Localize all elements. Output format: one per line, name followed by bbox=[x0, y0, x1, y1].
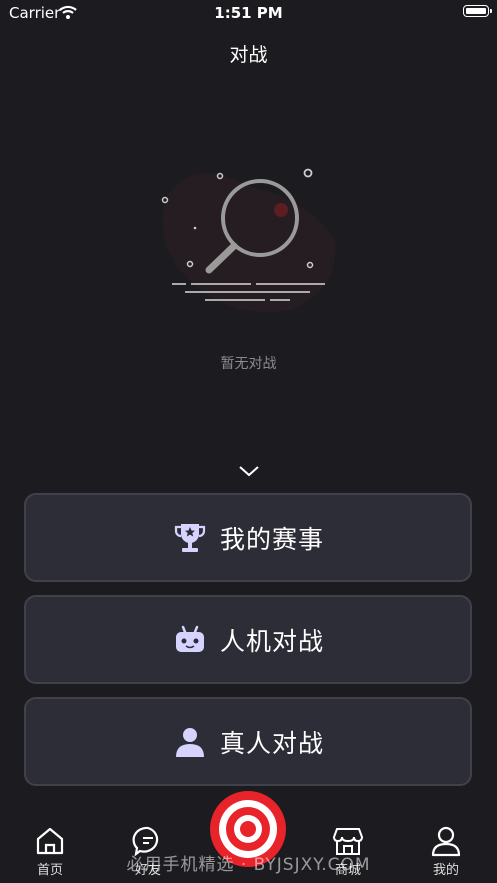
empty-state-text: 暂无对战 bbox=[220, 356, 277, 372]
robot-icon bbox=[172, 622, 208, 658]
page-title: 对战 bbox=[229, 44, 268, 66]
watermark-text: 必用手机精选 · BYJSJXY.COM bbox=[126, 855, 371, 875]
my-events-label: 我的赛事 bbox=[219, 524, 324, 554]
magnifier-icon bbox=[150, 160, 350, 320]
trophy-icon bbox=[172, 520, 208, 556]
ai-battle-label: 人机对战 bbox=[219, 626, 324, 656]
chevron-down-icon[interactable] bbox=[238, 463, 260, 482]
ai-battle-button[interactable]: 人机对战 bbox=[24, 595, 472, 684]
pvp-battle-label: 真人对战 bbox=[219, 728, 324, 758]
person-icon bbox=[172, 724, 208, 760]
status-time: 1:51 PM bbox=[214, 4, 283, 22]
pvp-battle-button[interactable]: 真人对战 bbox=[24, 697, 472, 786]
battery-icon bbox=[463, 5, 492, 17]
my-events-button[interactable]: 我的赛事 bbox=[24, 493, 472, 582]
status-bar: Carrier 1:51 PM bbox=[0, 0, 497, 26]
